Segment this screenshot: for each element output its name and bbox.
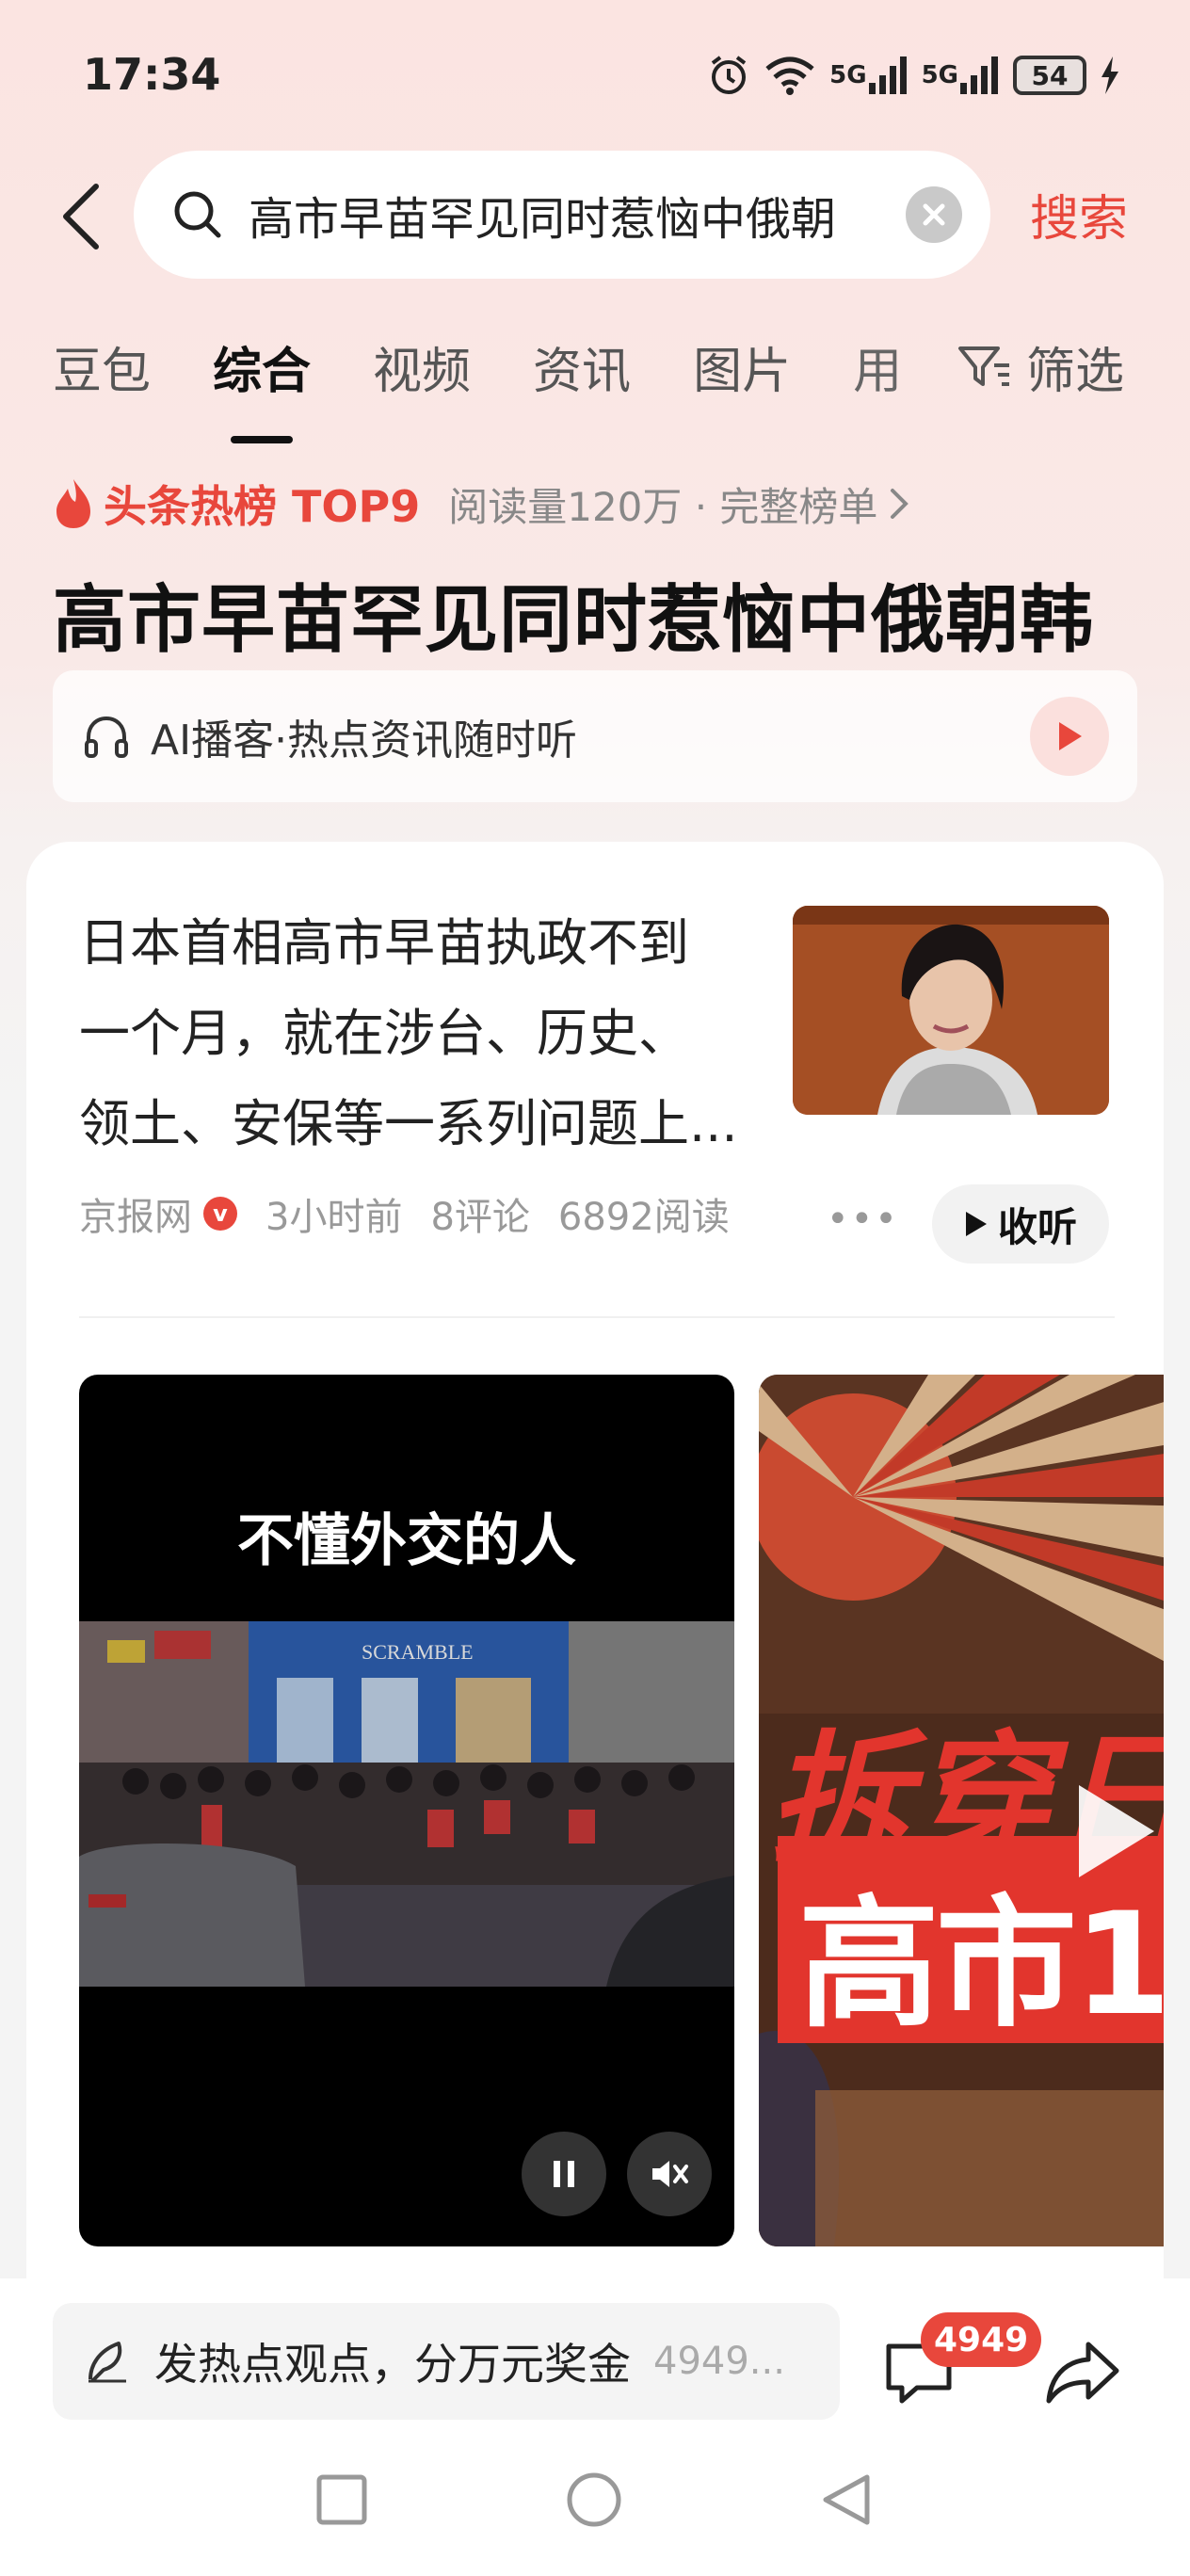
network-type-label: 5G — [921, 61, 958, 89]
article-comments: 8评论 — [430, 1196, 530, 1239]
clear-search-button[interactable] — [906, 186, 962, 243]
listen-label: 收听 — [997, 1203, 1077, 1250]
share-icon — [1046, 2342, 1119, 2404]
pause-icon — [554, 2161, 574, 2187]
comment-input[interactable]: 发热点观点，分万元奖金 4949... — [53, 2303, 840, 2420]
mute-button[interactable] — [627, 2132, 712, 2216]
triangle-back-icon — [823, 2474, 870, 2525]
signal-icon: 5G — [829, 51, 908, 100]
video-caption: 不懂外交的人 — [237, 1508, 576, 1574]
chevron-right-icon — [891, 489, 909, 519]
close-icon — [923, 203, 945, 226]
search-box[interactable]: 高市早苗罕见同时惹恼中俄朝 — [134, 151, 990, 279]
tab-images[interactable]: 图片 — [693, 331, 791, 402]
video-player[interactable]: 不懂外交的人 SCRAMBLE — [79, 1375, 734, 2246]
article-line: 日本首相高市早苗执政不到 — [79, 913, 689, 973]
play-icon — [1059, 722, 1082, 750]
bottom-action-bar: 发热点观点，分万元奖金 4949... 4949 — [0, 2278, 1190, 2420]
headphones-icon — [85, 716, 128, 758]
play-icon — [1079, 1785, 1154, 1877]
hot-rank-row[interactable]: 头条热榜 TOP9 阅读量120万 · 完整榜单 — [53, 471, 911, 537]
verified-badge-icon: v — [203, 1197, 237, 1231]
muted-speaker-icon — [652, 2161, 688, 2187]
pause-button[interactable] — [522, 2132, 606, 2216]
system-nav-bar — [0, 2420, 1190, 2576]
circle-icon — [567, 2472, 621, 2527]
comment-count-badge: 4949 — [921, 2312, 1042, 2367]
filter-button[interactable]: 筛选 — [957, 324, 1124, 409]
search-button[interactable]: 搜索 — [1030, 179, 1128, 250]
square-icon — [316, 2474, 367, 2525]
search-input[interactable]: 高市早苗罕见同时惹恼中俄朝 — [249, 182, 906, 248]
back-nav-button[interactable] — [813, 2467, 879, 2533]
result-card: 日本首相高市早苗执政不到 一个月，就在涉台、历史、 领土、安保等一系列问题上..… — [26, 842, 1164, 2292]
hot-rank-meta: 阅读量120万 · 完整榜单 — [448, 483, 878, 530]
filter-icon — [958, 346, 1009, 386]
alarm-icon — [707, 51, 750, 100]
network-type-label: 5G — [829, 61, 867, 89]
status-time: 17:34 — [83, 49, 221, 100]
charging-icon — [1100, 51, 1120, 100]
tab-users[interactable]: 用 — [853, 331, 902, 402]
article-thumbnail[interactable] — [793, 906, 1109, 1115]
tab-video[interactable]: 视频 — [373, 331, 471, 402]
podcast-play-button[interactable] — [1030, 697, 1109, 776]
hot-rank-label: 头条热榜 TOP9 — [104, 481, 421, 532]
article-source[interactable]: 京报网 — [79, 1186, 192, 1241]
comment-count-preview: 4949... — [653, 2340, 785, 2383]
article-time: 3小时前 — [265, 1196, 403, 1239]
status-bar: 17:34 5G 5G 54 — [0, 0, 1190, 141]
tab-comprehensive[interactable]: 综合 — [213, 331, 311, 402]
listen-button[interactable]: 收听 — [932, 1184, 1109, 1264]
play-icon — [965, 1212, 987, 1236]
article-line: 一个月，就在涉台、历史、 — [79, 1004, 689, 1063]
search-icon — [171, 188, 224, 241]
article-reads: 6892阅读 — [557, 1196, 730, 1239]
wifi-icon — [764, 51, 816, 100]
recent-apps-button[interactable] — [309, 2467, 375, 2533]
podcast-label: AI播客·热点资讯随时听 — [151, 716, 578, 765]
filter-label: 筛选 — [1026, 343, 1125, 400]
battery-icon: 54 — [1013, 56, 1086, 95]
comment-prompt: 发热点观点，分万元奖金 — [154, 2339, 631, 2390]
flame-icon — [56, 479, 90, 528]
page-title: 高市早苗罕见同时惹恼中俄朝韩 — [53, 578, 1095, 663]
tab-doubao[interactable]: 豆包 — [53, 331, 151, 402]
share-button[interactable] — [1043, 2333, 1122, 2412]
pen-icon — [88, 2342, 126, 2383]
tab-news[interactable]: 资讯 — [533, 331, 631, 402]
divider — [79, 1316, 1115, 1318]
article-summary[interactable]: 日本首相高市早苗执政不到 一个月，就在涉台、历史、 领土、安保等一系列问题上..… — [79, 898, 795, 1169]
article-line: 领土、安保等一系列问题上... — [79, 1094, 738, 1153]
video-thumbnail[interactable]: 拆穿日 高市1 — [759, 1375, 1164, 2246]
ai-podcast-bar[interactable]: AI播客·热点资讯随时听 — [53, 670, 1137, 802]
status-icons: 5G 5G 54 — [707, 49, 1120, 102]
back-button[interactable] — [53, 179, 109, 254]
back-arrow-icon — [63, 184, 99, 250]
video-frame: SCRAMBLE — [79, 1621, 734, 1987]
home-button[interactable] — [561, 2467, 627, 2533]
more-options-icon[interactable]: ••• — [827, 1198, 899, 1241]
signal-icon: 5G — [922, 51, 1000, 100]
